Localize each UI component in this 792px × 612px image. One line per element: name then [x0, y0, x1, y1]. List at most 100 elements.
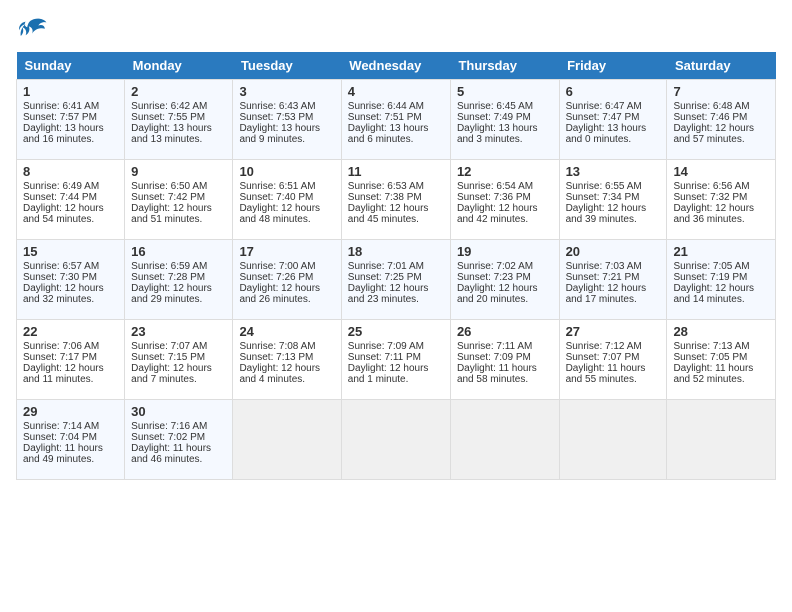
sunrise-text: Sunrise: 7:06 AM [23, 341, 118, 352]
sunrise-text: Sunrise: 6:56 AM [673, 181, 769, 192]
sunrise-text: Sunrise: 7:02 AM [457, 261, 553, 272]
sunset-text: Sunset: 7:11 PM [348, 352, 444, 363]
sunset-text: Sunset: 7:28 PM [131, 272, 226, 283]
daylight-text: Daylight: 13 hours and 13 minutes. [131, 123, 226, 145]
day-number: 24 [239, 324, 334, 339]
day-number: 2 [131, 84, 226, 99]
day-number: 16 [131, 244, 226, 259]
day-number: 19 [457, 244, 553, 259]
calendar-cell: 20Sunrise: 7:03 AMSunset: 7:21 PMDayligh… [559, 240, 667, 320]
daylight-text: Daylight: 12 hours and 20 minutes. [457, 283, 553, 305]
calendar-cell [667, 400, 776, 480]
daylight-text: Daylight: 12 hours and 7 minutes. [131, 363, 226, 385]
calendar-cell: 22Sunrise: 7:06 AMSunset: 7:17 PMDayligh… [17, 320, 125, 400]
daylight-text: Daylight: 11 hours and 52 minutes. [673, 363, 769, 385]
daylight-text: Daylight: 12 hours and 51 minutes. [131, 203, 226, 225]
calendar-cell: 14Sunrise: 6:56 AMSunset: 7:32 PMDayligh… [667, 160, 776, 240]
sunrise-text: Sunrise: 6:51 AM [239, 181, 334, 192]
day-number: 9 [131, 164, 226, 179]
calendar-cell [450, 400, 559, 480]
sunrise-text: Sunrise: 7:00 AM [239, 261, 334, 272]
week-row: 29Sunrise: 7:14 AMSunset: 7:04 PMDayligh… [17, 400, 776, 480]
col-header-sunday: Sunday [17, 52, 125, 80]
day-number: 17 [239, 244, 334, 259]
daylight-text: Daylight: 12 hours and 26 minutes. [239, 283, 334, 305]
daylight-text: Daylight: 12 hours and 11 minutes. [23, 363, 118, 385]
logo-icon [16, 16, 48, 44]
daylight-text: Daylight: 12 hours and 36 minutes. [673, 203, 769, 225]
day-number: 3 [239, 84, 334, 99]
col-header-thursday: Thursday [450, 52, 559, 80]
week-row: 15Sunrise: 6:57 AMSunset: 7:30 PMDayligh… [17, 240, 776, 320]
calendar-cell: 29Sunrise: 7:14 AMSunset: 7:04 PMDayligh… [17, 400, 125, 480]
calendar-cell: 9Sunrise: 6:50 AMSunset: 7:42 PMDaylight… [125, 160, 233, 240]
day-number: 26 [457, 324, 553, 339]
page-header [16, 16, 776, 44]
calendar-cell: 8Sunrise: 6:49 AMSunset: 7:44 PMDaylight… [17, 160, 125, 240]
daylight-text: Daylight: 11 hours and 58 minutes. [457, 363, 553, 385]
day-number: 20 [566, 244, 661, 259]
sunset-text: Sunset: 7:09 PM [457, 352, 553, 363]
daylight-text: Daylight: 12 hours and 45 minutes. [348, 203, 444, 225]
calendar-cell: 7Sunrise: 6:48 AMSunset: 7:46 PMDaylight… [667, 80, 776, 160]
calendar-cell: 15Sunrise: 6:57 AMSunset: 7:30 PMDayligh… [17, 240, 125, 320]
sunrise-text: Sunrise: 7:05 AM [673, 261, 769, 272]
week-row: 8Sunrise: 6:49 AMSunset: 7:44 PMDaylight… [17, 160, 776, 240]
sunset-text: Sunset: 7:53 PM [239, 112, 334, 123]
calendar-cell: 26 Sunrise: 7:11 AMSunset: 7:09 PMDayligh… [450, 320, 559, 400]
sunrise-text: Sunrise: 7:08 AM [239, 341, 334, 352]
calendar-cell: 13Sunrise: 6:55 AMSunset: 7:34 PMDayligh… [559, 160, 667, 240]
sunset-text: Sunset: 7:07 PM [566, 352, 661, 363]
sunset-text: Sunset: 7:15 PM [131, 352, 226, 363]
daylight-text: Daylight: 13 hours and 16 minutes. [23, 123, 118, 145]
sunset-text: Sunset: 7:38 PM [348, 192, 444, 203]
calendar-cell: 2 Sunrise: 6:42 AMSunset: 7:55 PMDaylight… [125, 80, 233, 160]
calendar-cell: 19Sunrise: 7:02 AMSunset: 7:23 PMDayligh… [450, 240, 559, 320]
week-row: 22Sunrise: 7:06 AMSunset: 7:17 PMDayligh… [17, 320, 776, 400]
calendar-cell: 30Sunrise: 7:16 AMSunset: 7:02 PMDayligh… [125, 400, 233, 480]
daylight-text: Daylight: 12 hours and 29 minutes. [131, 283, 226, 305]
daylight-text: Daylight: 12 hours and 54 minutes. [23, 203, 118, 225]
day-number: 5 [457, 84, 553, 99]
sunrise-text: Sunrise: 6:45 AM [457, 101, 553, 112]
daylight-text: Daylight: 12 hours and 48 minutes. [239, 203, 334, 225]
daylight-text: Daylight: 12 hours and 39 minutes. [566, 203, 661, 225]
day-number: 12 [457, 164, 553, 179]
calendar-cell [233, 400, 341, 480]
calendar-cell: 28Sunrise: 7:13 AMSunset: 7:05 PMDayligh… [667, 320, 776, 400]
sunrise-text: Sunrise: 6:47 AM [566, 101, 661, 112]
sunset-text: Sunset: 7:04 PM [23, 432, 118, 443]
day-number: 25 [348, 324, 444, 339]
calendar-cell: 10Sunrise: 6:51 AMSunset: 7:40 PMDayligh… [233, 160, 341, 240]
logo [16, 16, 52, 44]
sunset-text: Sunset: 7:46 PM [673, 112, 769, 123]
sunrise-text: Sunrise: 6:42 AM [131, 101, 226, 112]
sunrise-text: Sunrise: 7:12 AM [566, 341, 661, 352]
daylight-text: Daylight: 11 hours and 46 minutes. [131, 443, 226, 465]
calendar-cell: 23Sunrise: 7:07 AMSunset: 7:15 PMDayligh… [125, 320, 233, 400]
calendar-cell: 27Sunrise: 7:12 AMSunset: 7:07 PMDayligh… [559, 320, 667, 400]
daylight-text: Daylight: 12 hours and 23 minutes. [348, 283, 444, 305]
day-number: 6 [566, 84, 661, 99]
calendar-cell: 18Sunrise: 7:01 AMSunset: 7:25 PMDayligh… [341, 240, 450, 320]
col-header-friday: Friday [559, 52, 667, 80]
calendar-cell: 21Sunrise: 7:05 AMSunset: 7:19 PMDayligh… [667, 240, 776, 320]
daylight-text: Daylight: 12 hours and 32 minutes. [23, 283, 118, 305]
sunset-text: Sunset: 7:55 PM [131, 112, 226, 123]
sunrise-text: Sunrise: 7:11 AM [457, 341, 553, 352]
sunrise-text: Sunrise: 7:07 AM [131, 341, 226, 352]
sunset-text: Sunset: 7:02 PM [131, 432, 226, 443]
day-number: 21 [673, 244, 769, 259]
day-number: 28 [673, 324, 769, 339]
sunset-text: Sunset: 7:26 PM [239, 272, 334, 283]
calendar-cell: 5Sunrise: 6:45 AMSunset: 7:49 PMDaylight… [450, 80, 559, 160]
sunset-text: Sunset: 7:25 PM [348, 272, 444, 283]
header-row: SundayMondayTuesdayWednesdayThursdayFrid… [17, 52, 776, 80]
day-number: 1 [23, 84, 118, 99]
sunset-text: Sunset: 7:47 PM [566, 112, 661, 123]
sunset-text: Sunset: 7:42 PM [131, 192, 226, 203]
sunset-text: Sunset: 7:44 PM [23, 192, 118, 203]
col-header-tuesday: Tuesday [233, 52, 341, 80]
col-header-wednesday: Wednesday [341, 52, 450, 80]
day-number: 7 [673, 84, 769, 99]
